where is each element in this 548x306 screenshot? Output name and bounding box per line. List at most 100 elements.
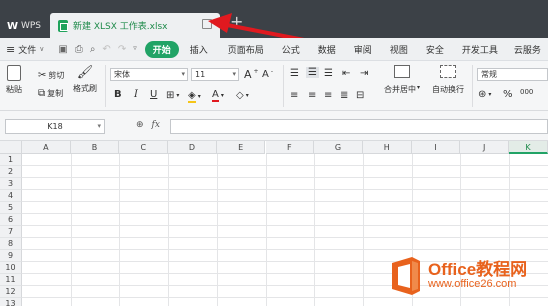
name-box[interactable]: K18 ▾ (5, 119, 105, 134)
row-gridline (22, 237, 548, 238)
row-header-6[interactable]: 6 (0, 214, 22, 226)
customize-icon[interactable]: ▿ (133, 44, 137, 55)
menu-formulas[interactable]: 公式 (275, 43, 307, 56)
font-size-select[interactable]: 11 ▾ (191, 68, 239, 81)
print-icon[interactable]: ⎙ (75, 44, 83, 55)
paste-button[interactable]: 粘贴 (6, 65, 22, 95)
number-format-select[interactable]: 常规 (477, 68, 548, 81)
undo-icon[interactable]: ↶ (102, 44, 110, 55)
align-top-button[interactable]: ☰ (290, 68, 299, 79)
italic-button[interactable]: I (134, 89, 138, 100)
menu-page-layout[interactable]: 页面布局 (221, 43, 271, 56)
menu-insert[interactable]: 插入 (183, 43, 215, 56)
brush-icon: 🖌 (76, 65, 94, 80)
row-gridline (22, 297, 548, 298)
font-color-button[interactable]: A ▾ (212, 89, 224, 102)
format-painter-label: 格式刷 (73, 84, 97, 93)
row-header-13[interactable]: 13 (0, 298, 22, 306)
column-header-b[interactable]: B (70, 141, 120, 154)
fill-color-button[interactable]: ◈ ▾ (188, 90, 201, 103)
italic-label: I (134, 89, 138, 100)
row-gridline (22, 213, 548, 214)
shrink-font-button[interactable]: A- (262, 68, 273, 80)
font-color-icon: A (212, 89, 219, 102)
cut-button[interactable]: ✂ 剪切 (38, 70, 64, 81)
menu-developer[interactable]: 开发工具 (455, 43, 505, 56)
column-header-e[interactable]: E (216, 141, 266, 154)
menu-home[interactable]: 开始 (144, 40, 179, 58)
align-bottom-button[interactable]: ☰ (324, 68, 333, 79)
row-gridline (22, 225, 548, 226)
column-header-g[interactable]: G (314, 141, 363, 154)
wps-app-tab[interactable]: W WPS (0, 14, 48, 38)
quick-access-toolbar: ▣ ⎙ ⌕ ↶ ↷ ▿ (58, 44, 136, 55)
align-right-button[interactable]: ≡ (324, 90, 332, 101)
row-header-4[interactable]: 4 (0, 190, 22, 202)
row-header-2[interactable]: 2 (0, 166, 22, 178)
thousands-button[interactable]: 000 (520, 88, 533, 96)
font-name-value: 宋体 (114, 70, 130, 79)
redo-icon[interactable]: ↷ (118, 44, 126, 55)
justify-button[interactable]: ≣ (340, 90, 348, 101)
fx-button[interactable]: fx (152, 120, 160, 130)
underline-button[interactable]: U (150, 89, 157, 100)
font-name-select[interactable]: 宋体 ▾ (110, 68, 188, 81)
menu-security[interactable]: 安全 (419, 43, 451, 56)
thousands-label: 000 (520, 88, 534, 96)
merge-icon (394, 65, 410, 78)
select-all-corner[interactable] (0, 141, 22, 154)
align-middle-button[interactable]: ☰ (306, 67, 319, 78)
zoom-icon[interactable]: ⊕ (136, 120, 144, 130)
merge-center-button[interactable]: 合并居中 ▾ (384, 65, 420, 95)
row-header-10[interactable]: 10 (0, 262, 22, 274)
watermark-texts: Office教程网 www.office26.com (428, 261, 527, 290)
column-header-k[interactable]: K (509, 141, 548, 154)
grow-font-button[interactable]: A + (244, 68, 259, 81)
bold-button[interactable]: B (114, 89, 122, 100)
file-menu[interactable]: ≡ 文件 ∨ (6, 43, 44, 56)
menu-review[interactable]: 审阅 (347, 43, 379, 56)
row-header-9[interactable]: 9 (0, 250, 22, 262)
number-format-value: 常规 (481, 70, 497, 79)
row-header-11[interactable]: 11 (0, 274, 22, 286)
clear-format-button[interactable]: ◇ ▾ (236, 90, 249, 101)
indent-button[interactable]: ⇥ (360, 68, 368, 79)
wrap-text-button[interactable]: 自动换行 (432, 65, 464, 95)
copy-button[interactable]: ⧉ 复制 (38, 88, 63, 99)
ribbon-divider (472, 65, 473, 107)
row-header-5[interactable]: 5 (0, 202, 22, 214)
document-tab[interactable]: 新建 XLSX 工作表.xlsx (50, 13, 220, 38)
column-header-h[interactable]: H (362, 141, 412, 154)
formula-input[interactable] (170, 119, 548, 134)
distributed-button[interactable]: ⊟ (356, 90, 364, 101)
print-preview-icon[interactable]: ⌕ (90, 44, 96, 55)
align-left-button[interactable]: ≡ (290, 90, 298, 101)
column-header-f[interactable]: F (265, 141, 315, 154)
row-header-8[interactable]: 8 (0, 238, 22, 250)
copy-label: 复制 (47, 89, 64, 98)
wps-app-label: WPS (20, 21, 42, 31)
paste-icon (7, 65, 21, 81)
percent-button[interactable]: % (503, 89, 513, 100)
save-icon[interactable]: ▣ (58, 44, 67, 55)
row-header-7[interactable]: 7 (0, 226, 22, 238)
align-top-icon: ☰ (290, 68, 299, 79)
row-header-3[interactable]: 3 (0, 178, 22, 190)
column-header-d[interactable]: D (168, 141, 217, 154)
office-watermark: Office教程网 www.office26.com (388, 255, 527, 297)
borders-button[interactable]: ⊞ ▾ (166, 90, 179, 101)
column-header-i[interactable]: I (411, 141, 461, 154)
currency-button[interactable]: ⊛ ▾ (478, 89, 491, 100)
format-painter-button[interactable]: 🖌 格式刷 (73, 65, 97, 94)
column-header-j[interactable]: J (460, 141, 509, 154)
menu-cloud[interactable]: 云服务 (507, 43, 548, 56)
column-header-c[interactable]: C (119, 141, 169, 154)
row-header-1[interactable]: 1 (0, 154, 22, 166)
menu-view[interactable]: 视图 (383, 43, 415, 56)
column-header-a[interactable]: A (22, 141, 71, 154)
align-center-button[interactable]: ≡ (308, 90, 316, 101)
row-header-12[interactable]: 12 (0, 286, 22, 298)
wrap-icon (440, 65, 456, 78)
menu-data[interactable]: 数据 (311, 43, 343, 56)
outdent-button[interactable]: ⇤ (342, 68, 350, 79)
